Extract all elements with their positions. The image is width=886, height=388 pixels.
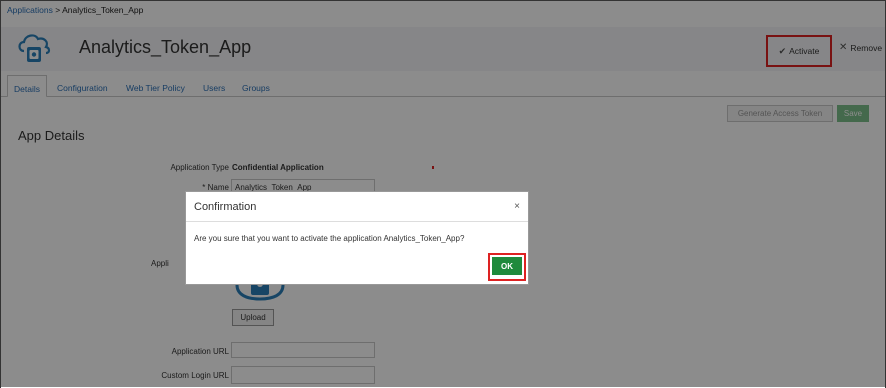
dialog-title: Confirmation xyxy=(194,201,257,213)
close-icon[interactable]: × xyxy=(514,201,520,212)
dialog-header: Confirmation × xyxy=(186,192,528,222)
confirmation-dialog: Confirmation × Are you sure that you wan… xyxy=(185,191,529,285)
ok-button[interactable]: OK xyxy=(492,257,522,275)
dialog-message: Are you sure that you want to activate t… xyxy=(194,234,465,243)
